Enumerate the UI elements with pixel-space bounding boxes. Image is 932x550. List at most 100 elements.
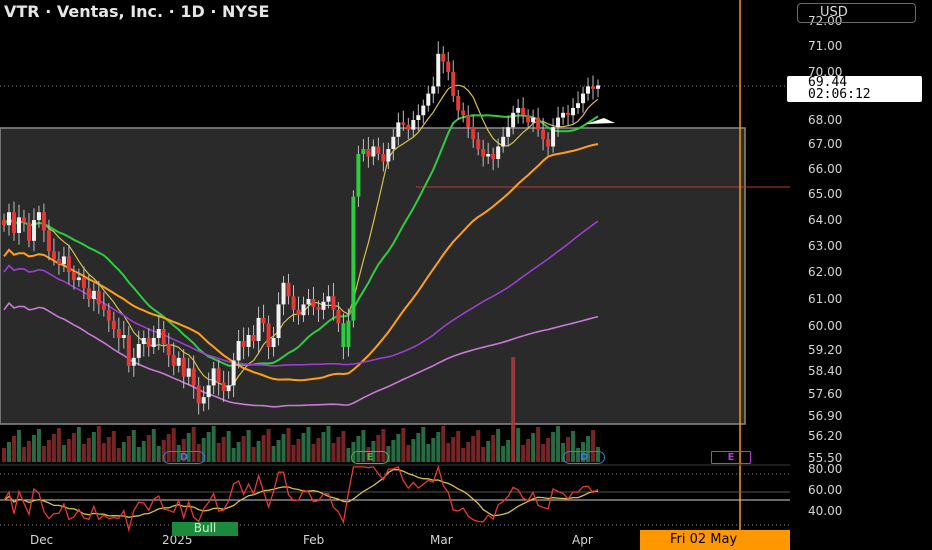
volume-bar xyxy=(151,429,156,462)
event-label: D xyxy=(179,452,189,463)
dividend-event-marker[interactable]: D xyxy=(163,451,205,464)
volume-bar xyxy=(221,437,226,462)
volume-bar xyxy=(241,436,246,462)
price-axis-tick: 56.20 xyxy=(808,429,842,443)
candle xyxy=(351,190,356,328)
event-label: D xyxy=(579,452,589,463)
candle xyxy=(596,79,600,98)
volume-bar xyxy=(486,441,491,462)
volume-bar xyxy=(526,439,531,462)
volume-bar xyxy=(211,426,216,462)
candle xyxy=(436,41,441,94)
volume-bar xyxy=(141,441,146,462)
volume-bar xyxy=(261,435,266,462)
volume-bar xyxy=(236,442,241,462)
volume-bar xyxy=(66,439,71,462)
volume-bar xyxy=(61,445,66,462)
volume-bar xyxy=(301,433,306,462)
volume-bar xyxy=(431,438,436,462)
price-axis-tick: 67.00 xyxy=(808,137,842,151)
volume-bar xyxy=(131,430,136,462)
volume-bar xyxy=(126,436,131,462)
osc-axis-tick: 80.00 xyxy=(808,462,842,476)
volume-bar xyxy=(276,440,281,462)
volume-bar xyxy=(2,448,6,462)
event-label: E xyxy=(727,452,735,463)
dividend-event-marker[interactable]: D xyxy=(563,451,605,464)
osc-axis-tick: 60.00 xyxy=(808,483,842,497)
volume-bar xyxy=(461,448,466,462)
volume-bar xyxy=(491,435,496,462)
time-axis-tick: Apr xyxy=(572,533,593,547)
volume-bar xyxy=(86,438,91,462)
volume-bar xyxy=(46,440,51,462)
currency-label: USD xyxy=(820,5,848,20)
candle xyxy=(441,46,446,74)
volume-bar xyxy=(296,439,301,462)
time-axis-tick: Feb xyxy=(303,533,324,547)
volume-bar xyxy=(21,447,26,462)
volume-bar xyxy=(281,434,286,462)
price-axis-tick: 61.00 xyxy=(808,292,842,306)
candle xyxy=(431,76,436,104)
volume-bar xyxy=(516,428,521,462)
volume-bar xyxy=(266,429,271,462)
volume-bar xyxy=(471,436,476,462)
osc-series xyxy=(3,464,599,533)
earnings-event-marker[interactable]: E xyxy=(351,451,389,464)
volume-bar xyxy=(286,428,291,462)
osc-axis-tick: 40.00 xyxy=(808,504,842,518)
price-axis-tick: 66.00 xyxy=(808,162,842,176)
volume-bar xyxy=(411,439,416,462)
candle xyxy=(591,75,596,100)
volume-bar xyxy=(256,441,261,462)
price-axis-tick: 62.00 xyxy=(808,265,842,279)
volume-bar xyxy=(336,437,341,462)
candle xyxy=(451,60,456,102)
volume-bar xyxy=(466,442,471,462)
volume-bar xyxy=(36,429,41,462)
bar-countdown: 02:06:12 xyxy=(808,87,871,102)
volume-bar xyxy=(506,440,511,462)
upcoming-earnings-marker[interactable]: E xyxy=(711,451,751,464)
currency-button[interactable]: USD xyxy=(797,3,916,23)
last-price-badge: 69.44 02:06:12 xyxy=(787,76,922,102)
volume-bar xyxy=(76,427,81,462)
volume-bar xyxy=(111,431,116,462)
volume-bar xyxy=(396,434,401,462)
event-label: E xyxy=(366,452,374,463)
volume-bar xyxy=(441,426,446,462)
volume-bar xyxy=(56,428,61,462)
volume-bar xyxy=(426,444,431,462)
volume-bar xyxy=(456,431,461,462)
volume-bar xyxy=(421,427,426,462)
candle xyxy=(456,90,461,120)
price-axis-tick: 65.00 xyxy=(808,187,842,201)
volume-bar xyxy=(551,432,556,462)
volume-bar xyxy=(511,357,516,462)
price-axis-tick: 57.60 xyxy=(808,387,842,401)
volume-bar xyxy=(346,448,351,462)
volume-bar xyxy=(406,445,411,462)
candle xyxy=(581,86,586,113)
volume-bar xyxy=(101,443,106,462)
volume-bar xyxy=(271,446,276,462)
volume-bar xyxy=(41,446,46,462)
volume-bar xyxy=(446,443,451,462)
price-axis-tick: 59.20 xyxy=(808,343,842,357)
volume-bar xyxy=(136,447,141,462)
volume-bar xyxy=(331,443,336,462)
volume-bar xyxy=(26,441,31,462)
bull-signal-label: Bull xyxy=(172,522,238,536)
candle xyxy=(521,97,526,124)
volume-bar xyxy=(326,426,331,462)
volume-bar xyxy=(546,438,551,462)
symbol-title[interactable]: VTR · Ventas, Inc. · 1D · NYSE xyxy=(4,2,269,21)
candle xyxy=(576,91,581,114)
volume-bar xyxy=(51,434,56,462)
volume-bar xyxy=(436,432,441,462)
volume-bar xyxy=(291,445,296,462)
candle xyxy=(566,104,571,126)
volume-bar xyxy=(31,435,36,462)
volume-bar xyxy=(146,435,151,462)
